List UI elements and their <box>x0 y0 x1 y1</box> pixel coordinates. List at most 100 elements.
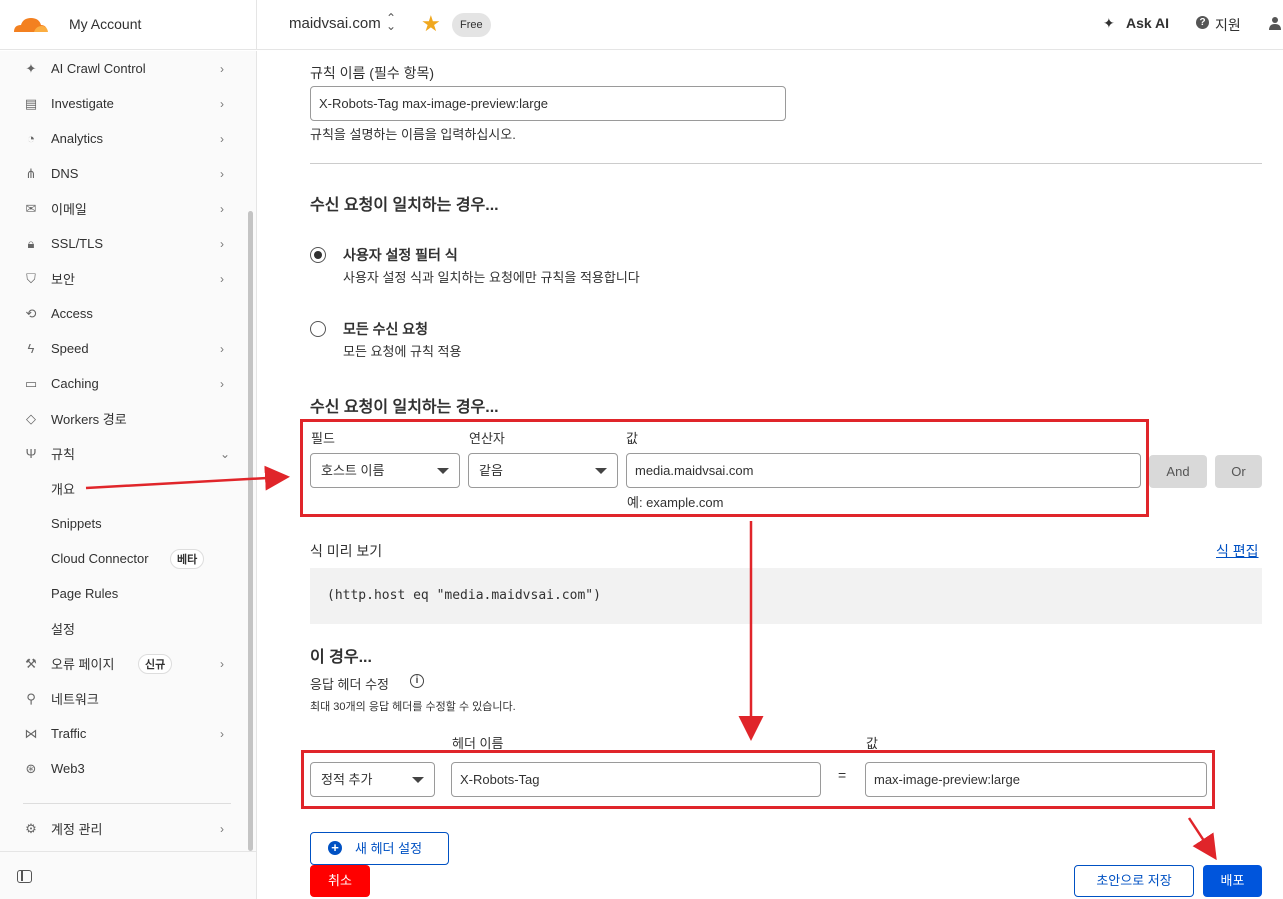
chevron-up-down-icon[interactable]: ⌃ ⌄ <box>386 12 396 32</box>
star-icon[interactable]: ★ <box>421 11 441 37</box>
access-icon: ⟲ <box>25 305 37 321</box>
sidebar-item-label: 규칙 <box>51 447 75 462</box>
account-name[interactable]: My Account <box>69 16 141 32</box>
chevron-right-icon: › <box>220 821 224 836</box>
traffic-icon: ⋈ <box>24 725 38 741</box>
domain-selector[interactable]: maidvsai.com <box>289 15 381 32</box>
top-bar: My Account maidvsai.com ⌃ ⌄ ★ Free ✦ Ask … <box>0 0 1283 50</box>
sidebar-item-after-3[interactable]: ⊛ Web3 <box>0 751 244 786</box>
save-draft-button[interactable]: 초안으로 저장 <box>1074 865 1194 897</box>
chevron-right-icon: › <box>220 376 224 391</box>
collapse-sidebar-icon[interactable] <box>17 870 32 883</box>
new-header-button[interactable]: + 새 헤더 설정 <box>310 832 449 865</box>
sidebar-item-main-5[interactable]: 🔒︎ SSL/TLS › <box>0 226 244 261</box>
sidebar-item-main-4[interactable]: ✉ 이메일 › <box>0 191 244 226</box>
sidebar-divider <box>23 803 231 804</box>
chevron-right-icon: › <box>220 201 224 216</box>
new-header-label: 새 헤더 설정 <box>355 841 423 856</box>
edit-expression-link[interactable]: 식 편집 <box>1216 541 1259 561</box>
bolt-icon: ϟ <box>27 341 35 356</box>
help-icon[interactable]: ? <box>1196 16 1209 29</box>
sidebar-item-after-0[interactable]: ⚒ 오류 페이지 신규 › <box>0 646 244 681</box>
info-icon[interactable]: i <box>410 674 424 688</box>
sidebar-item-label: SSL/TLS <box>51 236 104 251</box>
sidebar-item-main-7[interactable]: ⟲ Access <box>0 296 244 331</box>
chevron-right-icon: › <box>220 656 224 671</box>
sidebar-item-badge: 베타 <box>170 548 205 569</box>
sidebar-item-main-8[interactable]: ϟ Speed › <box>0 331 244 366</box>
sidebar: ✦ AI Crawl Control › ▤ Investigate › ◔ Analytic… <box>0 51 257 899</box>
chevron-right-icon: › <box>220 271 224 286</box>
radio-all-requests[interactable] <box>310 321 326 337</box>
annotation-box-header <box>301 750 1215 809</box>
chevron-right-icon: › <box>220 236 224 251</box>
chevron-right-icon: › <box>220 726 224 741</box>
wrench-icon: ⚒ <box>25 655 37 671</box>
sidebar-item-after-1[interactable]: ⚲ 네트워크 <box>0 681 244 716</box>
caching-icon: ▭ <box>24 375 38 391</box>
section-divider <box>310 163 1262 164</box>
sidebar-item-badge: 신규 <box>138 653 173 674</box>
and-button[interactable]: And <box>1149 455 1207 488</box>
sidebar-item-label: DNS <box>51 166 79 181</box>
plus-circle-icon: + <box>328 841 342 855</box>
expression-preview-label: 식 미리 보기 <box>310 543 383 559</box>
gear-icon: ⚙ <box>25 820 37 836</box>
option-custom-title: 사용자 설정 필터 식 <box>343 247 458 263</box>
option-all-desc: 모든 요청에 규칙 적용 <box>343 344 462 359</box>
user-icon[interactable] <box>1268 16 1282 33</box>
match-heading: 수신 요청이 일치하는 경우... <box>310 197 499 214</box>
annotation-box-expression <box>300 419 1149 517</box>
sidebar-scrollbar[interactable] <box>248 211 253 851</box>
web3-icon: ⊛ <box>25 760 37 776</box>
email-icon: ✉ <box>25 200 37 216</box>
match-heading-expression: 수신 요청이 일치하는 경우... <box>310 399 499 416</box>
radio-custom-filter[interactable] <box>310 247 326 263</box>
sidebar-item-label: Speed <box>51 341 89 356</box>
deploy-button[interactable]: 배포 <box>1203 865 1262 897</box>
sidebar-item-label: Analytics <box>51 131 104 146</box>
expression-preview: (http.host eq "media.maidvsai.com") <box>310 568 1262 624</box>
chevron-right-icon: › <box>220 131 224 146</box>
sidebar-item-main-6[interactable]: ⛉ 보안 › <box>0 261 244 296</box>
arrow-to-deploy <box>1187 817 1217 861</box>
ask-ai-button[interactable]: Ask AI <box>1126 15 1169 31</box>
dns-icon: ⋔ <box>25 165 37 181</box>
sidebar-item-rules-sub-3[interactable]: Page Rules <box>0 576 244 611</box>
sparkle-icon[interactable]: ✦ <box>1103 15 1115 32</box>
sidebar-item-main-2[interactable]: ◔ Analytics › <box>0 121 244 156</box>
sidebar-item-label: 개요 <box>51 482 75 497</box>
rule-name-label: 규칙 이름 (필수 항목) <box>310 65 435 81</box>
sidebar-item-label: Web3 <box>51 761 85 776</box>
cancel-button[interactable]: 취소 <box>310 865 370 897</box>
sidebar-item-rules-sub-0[interactable]: 개요 <box>0 471 244 506</box>
sidebar-item-label: 계정 관리 <box>51 822 103 837</box>
sidebar-item-label: 네트워크 <box>51 692 99 707</box>
investigate-icon: ▤ <box>24 95 38 111</box>
sidebar-item-label: Workers 경로 <box>51 412 127 427</box>
or-button[interactable]: Or <box>1215 455 1262 488</box>
sidebar-item-rules-sub-2[interactable]: Cloud Connector 베타 <box>0 541 244 576</box>
sidebar-item-main-9[interactable]: ▭ Caching › <box>0 366 244 401</box>
sidebar-item-main-3[interactable]: ⋔ DNS › <box>0 156 244 191</box>
sidebar-item-after-2[interactable]: ⋈ Traffic › <box>0 716 244 751</box>
sidebar-item-main-10[interactable]: ◇ Workers 경로 <box>0 401 244 436</box>
sidebar-item-main-11[interactable]: Ψ 규칙 ⌄ <box>0 436 244 471</box>
sidebar-item-label: AI Crawl Control <box>51 61 146 76</box>
sidebar-item-main-0[interactable]: ✦ AI Crawl Control › <box>0 51 244 86</box>
support-link[interactable]: 지원 <box>1215 15 1241 35</box>
sidebar-item-manage-account[interactable]: ⚙ 계정 관리 › <box>0 811 244 846</box>
sidebar-item-main-1[interactable]: ▤ Investigate › <box>0 86 244 121</box>
workers-icon: ◇ <box>26 410 36 426</box>
sidebar-footer-divider <box>0 851 257 852</box>
sidebar-item-label: Traffic <box>51 726 87 741</box>
sidebar-item-rules-sub-4[interactable]: 설정 <box>0 611 244 646</box>
pin-icon: ⚲ <box>26 690 36 706</box>
header-divider <box>256 0 257 50</box>
option-custom-desc: 사용자 설정 식과 일치하는 요청에만 규칙을 적용합니다 <box>343 270 640 285</box>
sidebar-item-label: Cloud Connector <box>51 551 149 566</box>
sidebar-item-rules-sub-1[interactable]: Snippets <box>0 506 244 541</box>
rule-name-input[interactable]: X-Robots-Tag max-image-preview:large <box>310 86 786 121</box>
cloudflare-logo-icon[interactable] <box>10 12 50 39</box>
shield-icon: ⛉ <box>26 270 36 286</box>
